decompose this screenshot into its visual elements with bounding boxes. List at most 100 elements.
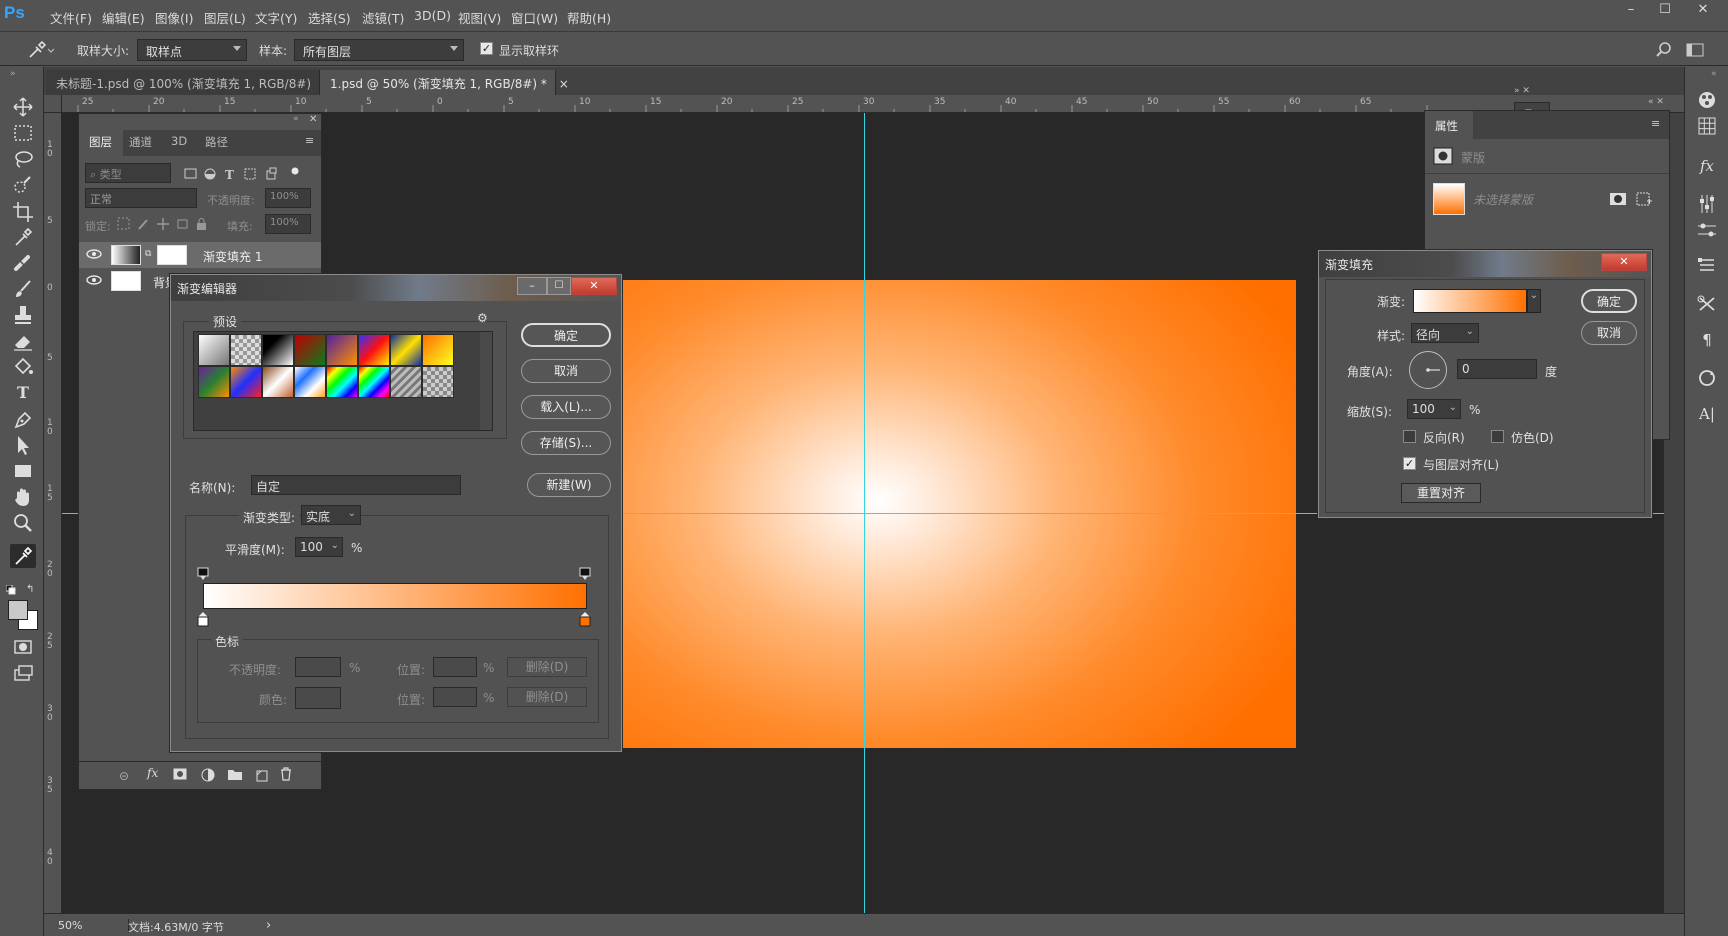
menu-view[interactable]: 视图(V) — [458, 8, 501, 27]
preset-swatch[interactable] — [198, 334, 230, 366]
show-ring-checkbox[interactable]: ✓ — [480, 42, 493, 55]
dialog-close-button[interactable]: ✕ — [571, 277, 617, 295]
preset-swatch[interactable] — [326, 366, 358, 398]
opacity-stop-left[interactable] — [197, 567, 209, 581]
menu-edit[interactable]: 编辑(E) — [102, 8, 145, 27]
fx-icon[interactable]: fx — [147, 766, 158, 780]
layer-comps-icon[interactable] — [1693, 253, 1721, 279]
adjustment-layer-icon[interactable] — [201, 768, 215, 782]
vertical-ruler[interactable]: 1 0 5 0 5 1 0 1 5 2 0 2 5 3 0 3 5 4 0 — [44, 113, 62, 913]
preset-swatch[interactable] — [422, 366, 454, 398]
rectangle-tool-icon[interactable] — [10, 459, 36, 483]
menu-help[interactable]: 帮助(H) — [567, 8, 611, 27]
props-panel-collapse-icon[interactable]: » ✕ — [1514, 86, 1550, 102]
cancel-button[interactable]: 取消 — [1581, 321, 1637, 345]
lasso-tool-icon[interactable] — [10, 147, 36, 171]
layer-filter-icons[interactable]: T — [183, 166, 303, 182]
dither-checkbox[interactable] — [1491, 430, 1504, 443]
preset-swatch[interactable] — [294, 334, 326, 366]
scale-input[interactable]: 100 ⌄ — [1407, 399, 1461, 419]
ok-button[interactable]: 确定 — [1581, 289, 1637, 313]
panel-collapse-icon[interactable]: « — [293, 114, 299, 124]
eyedropper-active-tool-icon[interactable] — [10, 544, 36, 568]
eye-icon[interactable] — [86, 274, 102, 286]
menu-filter[interactable]: 滤镜(T) — [362, 8, 404, 27]
tab-channels[interactable]: 通道 — [129, 134, 152, 150]
ok-button[interactable]: 确定 — [521, 323, 611, 347]
menu-file[interactable]: 文件(F) — [50, 8, 92, 27]
rotate-panel-icon[interactable] — [1693, 365, 1721, 391]
style-dropdown[interactable]: 径向 ⌄ — [1411, 323, 1479, 343]
dialog-close-button[interactable]: ✕ — [1601, 253, 1647, 271]
default-colors-icon[interactable] — [6, 585, 16, 595]
eyedropper-tool-preset[interactable] — [26, 40, 56, 60]
gradient-picker-dropdown[interactable]: ⌄ — [1527, 289, 1541, 313]
align-with-layer-checkbox[interactable]: ✓ — [1403, 457, 1416, 470]
lock-icons[interactable] — [117, 216, 217, 232]
sample-size-dropdown[interactable]: 取样点 — [137, 39, 247, 61]
blend-mode-dropdown[interactable]: 正常 — [85, 188, 197, 208]
tab-close-icon[interactable]: × — [559, 77, 569, 91]
preset-swatch[interactable] — [390, 366, 422, 398]
hand-tool-icon[interactable] — [10, 485, 36, 509]
quick-selection-tool-icon[interactable] — [10, 173, 36, 197]
reset-alignment-button[interactable]: 重置对齐 — [1401, 483, 1481, 503]
menu-select[interactable]: 选择(S) — [308, 8, 351, 27]
brush-tool-icon[interactable] — [10, 277, 36, 301]
eraser-tool-icon[interactable] — [10, 329, 36, 353]
new-button[interactable]: 新建(W) — [527, 473, 611, 497]
tab-layers[interactable]: 图层 — [89, 134, 112, 150]
layer-filter-dropdown[interactable]: ⌕ 类型 — [85, 163, 171, 183]
maximize-button[interactable]: ☐ — [1650, 2, 1680, 22]
zoom-level[interactable]: 50% — [58, 919, 82, 932]
dock-collapse-icon[interactable]: « — [1711, 69, 1717, 79]
move-tool-icon[interactable] — [10, 95, 36, 119]
collapse-icon[interactable]: » — [10, 69, 16, 79]
crop-tool-icon[interactable] — [10, 199, 36, 223]
dialog-minimize-button[interactable]: – — [517, 277, 547, 295]
menu-type[interactable]: 文字(Y) — [255, 8, 297, 27]
fill-input[interactable]: 100% — [265, 214, 311, 234]
preset-swatch[interactable] — [390, 334, 422, 366]
tools-preset-icon[interactable] — [1693, 291, 1721, 317]
panel-menu-icon[interactable]: ≡ — [1651, 117, 1660, 130]
zoom-tool-icon[interactable] — [10, 511, 36, 535]
quick-mask-icon[interactable] — [10, 635, 36, 659]
color-stop-left[interactable] — [197, 611, 209, 627]
panel-menu-icon[interactable]: ≡ — [305, 134, 314, 147]
angle-dial[interactable] — [1409, 351, 1447, 389]
foreground-color-swatch[interactable] — [8, 600, 28, 620]
color-stop-right[interactable] — [579, 611, 591, 627]
marquee-tool-icon[interactable] — [10, 121, 36, 145]
styles-panel-icon[interactable]: fx — [1693, 153, 1721, 179]
paragraph-panel-icon[interactable]: ¶ — [1693, 327, 1721, 353]
preset-swatch[interactable] — [230, 366, 262, 398]
tab-untitled-1[interactable]: 未标题-1.psd @ 100% (渐变填充 1, RGB/8#) × — [46, 70, 333, 95]
folder-icon[interactable] — [227, 768, 243, 780]
preset-swatch[interactable] — [358, 366, 390, 398]
minimize-button[interactable]: – — [1616, 2, 1646, 22]
preset-swatch[interactable] — [326, 334, 358, 366]
menu-3d[interactable]: 3D(D) — [414, 8, 451, 23]
name-input[interactable]: 自定 — [251, 475, 461, 495]
tab-3d[interactable]: 3D — [171, 134, 187, 148]
save-button[interactable]: 存储(S)... — [521, 431, 611, 455]
sliders-panel-icon[interactable] — [1693, 217, 1721, 243]
tab-paths[interactable]: 路径 — [205, 134, 228, 150]
swatches-panel-icon[interactable] — [1693, 113, 1721, 139]
gradient-type-dropdown[interactable]: 实底 ⌄ — [301, 505, 361, 525]
preset-swatch[interactable] — [262, 334, 294, 366]
ruler-origin[interactable] — [44, 95, 62, 113]
preset-swatch[interactable] — [294, 366, 326, 398]
pen-tool-icon[interactable] — [10, 407, 36, 431]
eyedropper-tool-icon[interactable] — [10, 225, 36, 249]
menu-layer[interactable]: 图层(L) — [204, 8, 246, 27]
status-arrow-icon[interactable]: › — [266, 918, 271, 933]
workspace-icon[interactable] — [1684, 40, 1706, 60]
tab-properties[interactable]: 属性 — [1435, 118, 1458, 134]
cancel-button[interactable]: 取消 — [521, 359, 611, 383]
sample-dropdown[interactable]: 所有图层 — [294, 39, 464, 61]
opacity-stop-right[interactable] — [579, 567, 591, 581]
link-icon[interactable]: ⧉ — [145, 249, 151, 259]
new-layer-icon[interactable] — [255, 768, 269, 782]
